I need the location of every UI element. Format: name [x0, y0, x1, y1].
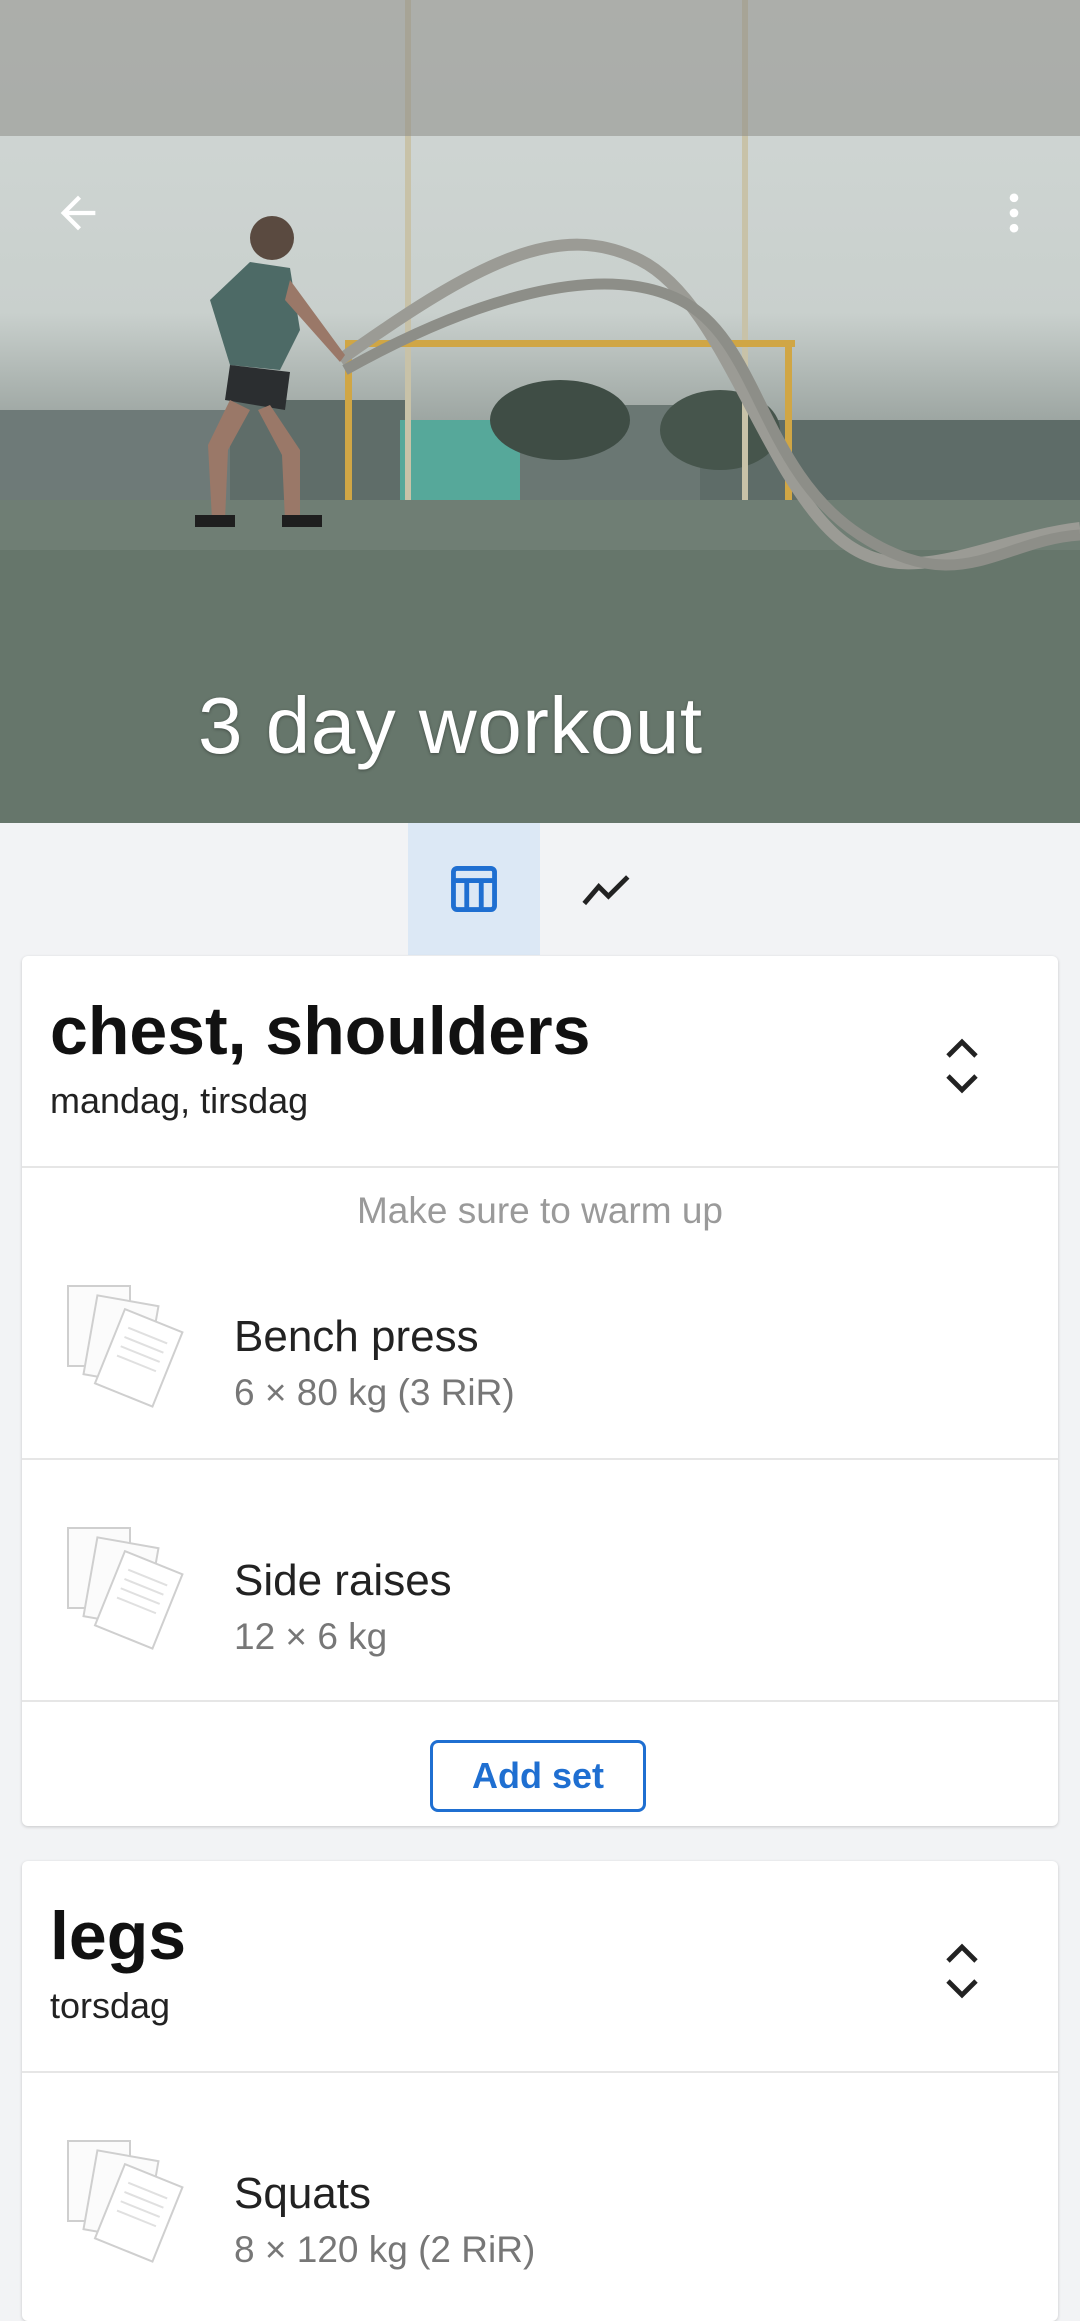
document-stack-icon [67, 1527, 184, 1650]
status-bar [0, 0, 1080, 136]
workout-day-title: chest, shoulders [50, 993, 591, 1069]
exercise-row[interactable]: Side raises 12 × 6 kg [22, 1460, 1058, 1702]
workout-card-header[interactable]: chest, shoulders mandag, tirsdag [22, 956, 1058, 1168]
view-tab-bar [0, 823, 1080, 955]
add-set-button[interactable]: Add set [430, 1740, 646, 1812]
exercise-detail: 12 × 6 kg [234, 1616, 388, 1657]
back-button[interactable] [30, 165, 126, 261]
document-stack-icon [67, 2140, 184, 2263]
hero-image: 3 day workout [0, 0, 1080, 823]
tab-statistics[interactable] [540, 823, 672, 955]
exercise-name: Squats [234, 2169, 371, 2218]
unfold-icon [946, 1943, 978, 1999]
exercise-name: Bench press [234, 1312, 479, 1361]
workout-day-schedule: mandag, tirsdag [50, 1080, 309, 1121]
workout-card-header[interactable]: legs torsdag [22, 1861, 1058, 2073]
workout-card: legs torsdag Squats 8 × 120 kg (2 RiR) [22, 1861, 1058, 2321]
document-stack-icon [67, 1285, 184, 1408]
exercise-detail: 6 × 80 kg (3 RiR) [234, 1372, 515, 1413]
more-vertical-icon [1009, 193, 1019, 233]
arrow-left-icon [60, 195, 96, 231]
expand-collapse-button[interactable] [922, 1931, 1002, 2011]
more-options-button[interactable] [966, 165, 1062, 261]
exercise-detail: 8 × 120 kg (2 RiR) [234, 2229, 536, 2270]
exercise-row[interactable]: Squats 8 × 120 kg (2 RiR) [22, 2073, 1058, 2313]
table-icon [451, 866, 497, 912]
expand-collapse-button[interactable] [922, 1026, 1002, 1106]
unfold-icon [946, 1038, 978, 1094]
workout-card: chest, shoulders mandag, tirsdag Make su… [22, 956, 1058, 1826]
trend-line-icon [582, 875, 630, 906]
workout-day-title: legs [50, 1898, 187, 1974]
workout-title: 3 day workout [198, 681, 703, 770]
exercise-name: Side raises [234, 1556, 452, 1605]
workout-note: Make sure to warm up [356, 1190, 724, 1231]
add-set-row: Add set [22, 1702, 1058, 1826]
exercise-row[interactable]: Bench press 6 × 80 kg (3 RiR) [22, 1240, 1058, 1460]
tab-table[interactable] [408, 823, 540, 955]
workout-day-schedule: torsdag [50, 1985, 171, 2026]
